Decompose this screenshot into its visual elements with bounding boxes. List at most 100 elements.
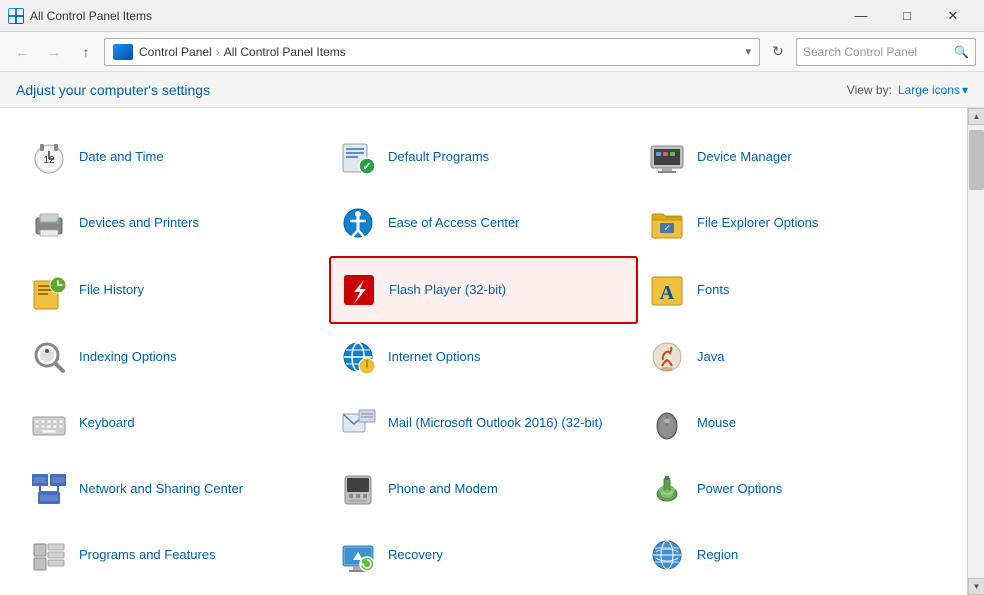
region-icon — [647, 535, 687, 575]
recovery-label: Recovery — [388, 547, 443, 564]
flash-player-icon — [339, 270, 379, 310]
ease-of-access-label: Ease of Access Center — [388, 215, 520, 232]
view-by-label: View by: — [847, 83, 892, 97]
breadcrumb-separator: › — [216, 45, 220, 59]
title-bar: All Control Panel Items — □ ✕ — [0, 0, 984, 32]
address-field[interactable]: Control Panel › All Control Panel Items … — [104, 38, 760, 66]
ease-of-access-icon — [338, 203, 378, 243]
java-label: Java — [697, 349, 724, 366]
item-device-manager[interactable]: Device Manager — [638, 124, 947, 190]
mouse-label: Mouse — [697, 415, 736, 432]
item-phone-modem[interactable]: Phone and Modem — [329, 456, 638, 522]
scroll-thumb[interactable] — [969, 130, 984, 190]
power-label: Power Options — [697, 481, 782, 498]
mouse-icon — [647, 403, 687, 443]
item-keyboard[interactable]: Keyboard — [20, 390, 329, 456]
svg-text:✓: ✓ — [663, 223, 671, 233]
item-ease-of-access[interactable]: Ease of Access Center — [329, 190, 638, 256]
programs-features-icon — [29, 535, 69, 575]
scroll-up-button[interactable]: ▲ — [968, 108, 984, 125]
scroll-down-button[interactable]: ▼ — [968, 578, 984, 595]
breadcrumb-panel: Control Panel — [139, 45, 212, 59]
view-by-arrow: ▾ — [962, 83, 968, 97]
devices-printers-icon — [29, 203, 69, 243]
toolbar: Adjust your computer's settings View by:… — [0, 72, 984, 108]
date-time-label: Date and Time — [79, 149, 164, 166]
svg-text:A: A — [660, 282, 675, 304]
item-internet-options[interactable]: Internet Options — [329, 324, 638, 390]
file-explorer-icon: ✓ — [647, 203, 687, 243]
item-power[interactable]: Power Options — [638, 456, 947, 522]
item-file-explorer[interactable]: ✓ File Explorer Options — [638, 190, 947, 256]
back-button[interactable]: ← — [8, 38, 36, 66]
item-date-time[interactable]: 12 Date and Time — [20, 124, 329, 190]
page-heading: Adjust your computer's settings — [16, 82, 210, 98]
svg-text:✓: ✓ — [362, 161, 371, 173]
java-icon — [647, 337, 687, 377]
mail-icon — [338, 403, 378, 443]
power-icon — [647, 469, 687, 509]
refresh-button[interactable]: ↻ — [764, 38, 792, 66]
date-time-icon: 12 — [29, 137, 69, 177]
item-devices-printers[interactable]: Devices and Printers — [20, 190, 329, 256]
breadcrumb-current: All Control Panel Items — [224, 45, 346, 59]
item-java[interactable]: Java — [638, 324, 947, 390]
item-recovery[interactable]: Recovery — [329, 522, 638, 588]
item-mail[interactable]: Mail (Microsoft Outlook 2016) (32-bit) — [329, 390, 638, 456]
minimize-button[interactable]: — — [838, 0, 884, 32]
recovery-icon — [338, 535, 378, 575]
item-default-programs[interactable]: ✓ Default Programs — [329, 124, 638, 190]
items-grid: 12 Date and Time — [20, 124, 947, 588]
view-by-dropdown[interactable]: Large icons ▾ — [898, 83, 968, 97]
search-box[interactable]: Search Control Panel 🔍 — [796, 38, 976, 66]
maximize-button[interactable]: □ — [884, 0, 930, 32]
fonts-icon: A — [647, 270, 687, 310]
fonts-label: Fonts — [697, 282, 730, 299]
mail-label: Mail (Microsoft Outlook 2016) (32-bit) — [388, 415, 603, 432]
item-fonts[interactable]: A Fonts — [638, 256, 947, 324]
programs-features-label: Programs and Features — [79, 547, 216, 564]
forward-button[interactable]: → — [40, 38, 68, 66]
item-flash-player[interactable]: Flash Player (32-bit) — [329, 256, 638, 324]
device-manager-icon — [647, 137, 687, 177]
devices-printers-label: Devices and Printers — [79, 215, 199, 232]
file-explorer-label: File Explorer Options — [697, 215, 818, 232]
close-button[interactable]: ✕ — [930, 0, 976, 32]
region-label: Region — [697, 547, 738, 564]
default-programs-label: Default Programs — [388, 149, 489, 166]
item-region[interactable]: Region — [638, 522, 947, 588]
network-icon — [29, 469, 69, 509]
indexing-icon — [29, 337, 69, 377]
window-controls: — □ ✕ — [838, 0, 976, 32]
item-file-history[interactable]: File History — [20, 256, 329, 324]
view-by-control: View by: Large icons ▾ — [847, 83, 968, 97]
window-title: All Control Panel Items — [30, 9, 838, 23]
indexing-label: Indexing Options — [79, 349, 177, 366]
item-network[interactable]: Network and Sharing Center — [20, 456, 329, 522]
view-by-value: Large icons — [898, 83, 960, 97]
item-mouse[interactable]: Mouse — [638, 390, 947, 456]
up-button[interactable]: ↑ — [72, 38, 100, 66]
search-icon: 🔍 — [954, 45, 969, 59]
phone-modem-icon — [338, 469, 378, 509]
item-programs-features[interactable]: Programs and Features — [20, 522, 329, 588]
internet-options-icon — [338, 337, 378, 377]
items-area: 12 Date and Time — [0, 108, 967, 595]
item-indexing[interactable]: Indexing Options — [20, 324, 329, 390]
app-icon — [8, 8, 24, 24]
address-dropdown-icon[interactable]: ▾ — [745, 45, 751, 58]
file-history-icon — [29, 270, 69, 310]
scrollbar[interactable]: ▲ ▼ — [967, 108, 984, 595]
file-history-label: File History — [79, 282, 144, 299]
phone-modem-label: Phone and Modem — [388, 481, 498, 498]
search-placeholder: Search Control Panel — [803, 45, 917, 59]
address-bar: ← → ↑ Control Panel › All Control Panel … — [0, 32, 984, 72]
default-programs-icon: ✓ — [338, 137, 378, 177]
keyboard-label: Keyboard — [79, 415, 135, 432]
network-label: Network and Sharing Center — [79, 481, 243, 498]
flash-player-label: Flash Player (32-bit) — [389, 282, 506, 299]
main-content: 12 Date and Time — [0, 108, 984, 595]
breadcrumb-icon — [113, 44, 133, 60]
device-manager-label: Device Manager — [697, 149, 792, 166]
internet-options-label: Internet Options — [388, 349, 481, 366]
